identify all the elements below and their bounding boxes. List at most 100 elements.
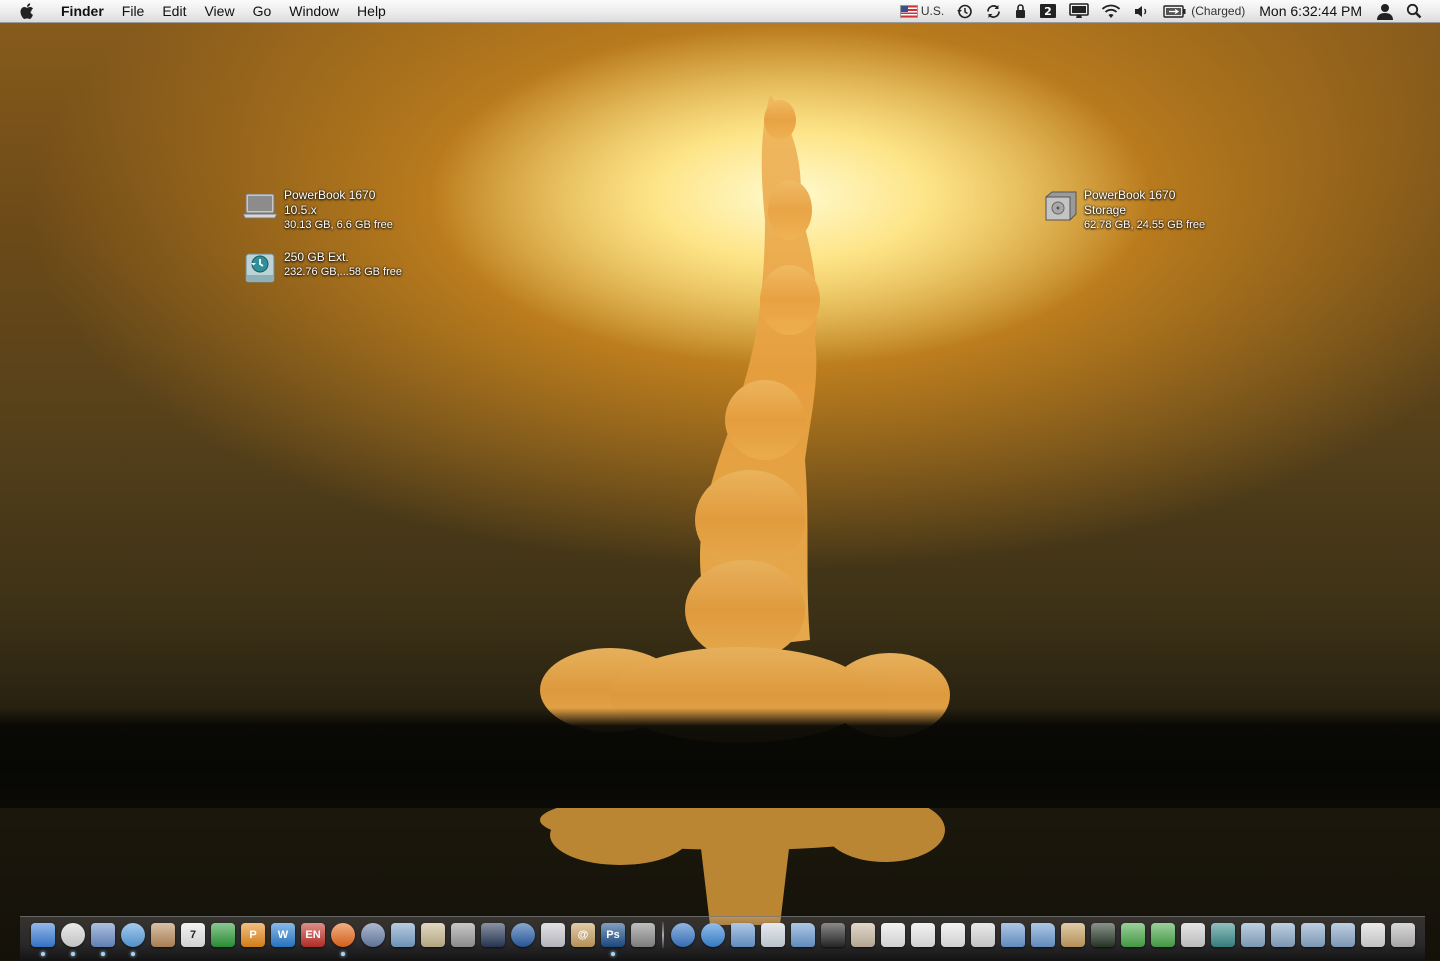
- volume-menu-icon[interactable]: [1127, 0, 1157, 22]
- dock-item-iphoto[interactable]: [388, 921, 418, 949]
- document-icon: [821, 923, 845, 947]
- dock-item-ical[interactable]: 7: [178, 921, 208, 949]
- spaces-menu-icon[interactable]: 2: [1033, 0, 1063, 22]
- menu-help[interactable]: Help: [348, 0, 395, 22]
- wifi-menu-icon[interactable]: [1095, 0, 1127, 22]
- download-icon: [1151, 923, 1175, 947]
- dock-item-document[interactable]: [938, 921, 968, 949]
- sync-menu-icon[interactable]: [979, 0, 1008, 22]
- dock-item-app-w[interactable]: W: [268, 921, 298, 949]
- dock-item-globe-app[interactable]: [358, 921, 388, 949]
- address-icon: @: [571, 923, 595, 947]
- dock-item-download[interactable]: [1118, 921, 1148, 949]
- dock-item-network-drive[interactable]: [1328, 921, 1358, 949]
- menu-window[interactable]: Window: [280, 0, 348, 22]
- dock-item-app-en[interactable]: EN: [298, 921, 328, 949]
- dock-item-folder[interactable]: [788, 921, 818, 949]
- dock-item-firefox[interactable]: [328, 921, 358, 956]
- dock-item-app-p[interactable]: P: [238, 921, 268, 949]
- desktop-icon-label: PowerBook 1670 Storage: [1084, 188, 1176, 217]
- running-indicator: [611, 952, 615, 956]
- dock-item-photoshop[interactable]: Ps: [598, 921, 628, 956]
- dock-item-address[interactable]: @: [568, 921, 598, 949]
- network-drive-icon: [1301, 923, 1325, 947]
- running-indicator: [131, 952, 135, 956]
- dock-item-document[interactable]: [1358, 921, 1388, 949]
- time-machine-menu-icon[interactable]: [950, 0, 979, 22]
- dock-item-disk-image[interactable]: [1178, 921, 1208, 949]
- network-drive-icon: [1271, 923, 1295, 947]
- network-drive-icon: [1331, 923, 1355, 947]
- dock-item-address-book[interactable]: [148, 921, 178, 949]
- desktop-icon-external-drive[interactable]: 250 GB Ext. 232.76 GB,...58 GB free: [242, 250, 402, 286]
- dock-item-utility[interactable]: [538, 921, 568, 949]
- document-icon: [941, 923, 965, 947]
- dock-item-finder[interactable]: [28, 921, 58, 956]
- trash-icon: [1391, 923, 1415, 947]
- dock-item-folder[interactable]: [1028, 921, 1058, 949]
- input-source-menu[interactable]: U.S.: [894, 0, 950, 22]
- download-icon: [1121, 923, 1145, 947]
- dock-item-network-globe[interactable]: [668, 921, 698, 949]
- input-source-label: U.S.: [920, 4, 945, 18]
- menu-edit[interactable]: Edit: [153, 0, 195, 22]
- time-machine-icon: [1211, 923, 1235, 947]
- dock-item-activity-monitor[interactable]: [478, 921, 508, 949]
- menu-clock[interactable]: Mon 6:32:44 PM: [1251, 0, 1370, 22]
- dock-item-preview[interactable]: [418, 921, 448, 949]
- dock-item-quicktime[interactable]: [508, 921, 538, 949]
- network-globe-icon: [701, 923, 725, 947]
- dock-item-terminal[interactable]: [1088, 921, 1118, 949]
- quicktime-icon: [511, 923, 535, 947]
- dock-item-network-drive[interactable]: [1268, 921, 1298, 949]
- dock-item-dashboard[interactable]: [58, 921, 88, 956]
- desktop-icon-powerbook[interactable]: PowerBook 1670 10.5.x 30.13 GB, 6.6 GB f…: [242, 188, 393, 233]
- dock-item-folder[interactable]: [998, 921, 1028, 949]
- lock-menu-icon[interactable]: [1008, 0, 1033, 22]
- dock-item-app-green[interactable]: [208, 921, 238, 949]
- time-machine-drive-icon: [242, 250, 278, 286]
- dock-item-time-machine[interactable]: [1208, 921, 1238, 949]
- wallpaper-smoke-plume: [540, 95, 950, 925]
- display-menu-icon[interactable]: [1063, 0, 1095, 22]
- dock-item-trash[interactable]: [1388, 921, 1418, 949]
- running-indicator: [41, 952, 45, 956]
- desktop-icon-label: 250 GB Ext.: [284, 250, 349, 264]
- spotlight-icon[interactable]: [1400, 0, 1440, 22]
- network-globe-icon: [671, 923, 695, 947]
- folder-icon: [1001, 923, 1025, 947]
- dock-item-printer[interactable]: [448, 921, 478, 949]
- safari-icon: [121, 923, 145, 947]
- dock-item-monitor[interactable]: [758, 921, 788, 949]
- menu-extras: U.S. 2 (Charged) Mon 6:32:44 PM: [894, 0, 1440, 22]
- dock-item-folder[interactable]: [728, 921, 758, 949]
- desktop-icon-storage[interactable]: PowerBook 1670 Storage 62.78 GB, 24.55 G…: [1042, 188, 1205, 233]
- menu-view[interactable]: View: [195, 0, 243, 22]
- dock-item-stop-sign[interactable]: [968, 921, 998, 949]
- menu-app-name[interactable]: Finder: [52, 0, 113, 22]
- battery-menu[interactable]: (Charged): [1157, 0, 1251, 22]
- folder-icon: [1031, 923, 1055, 947]
- network-drive-icon: [1241, 923, 1265, 947]
- firefox-icon: [331, 923, 355, 947]
- dock-item-mail[interactable]: [88, 921, 118, 956]
- dock-item-network-drive[interactable]: [1298, 921, 1328, 949]
- dock-item-address[interactable]: [1058, 921, 1088, 949]
- activity-monitor-icon: [481, 923, 505, 947]
- menu-file[interactable]: File: [113, 0, 154, 22]
- dock-item-network-drive[interactable]: [1238, 921, 1268, 949]
- dock-item-network-globe[interactable]: [698, 921, 728, 949]
- address-book-icon: [151, 923, 175, 947]
- apple-menu-icon[interactable]: [18, 2, 38, 20]
- user-menu-icon[interactable]: [1370, 0, 1400, 22]
- menu-go[interactable]: Go: [244, 0, 281, 22]
- app-green-icon: [211, 923, 235, 947]
- dock-item-document[interactable]: [878, 921, 908, 949]
- document-icon: [881, 923, 905, 947]
- dock-item-safari[interactable]: [118, 921, 148, 956]
- dock-item-document[interactable]: [908, 921, 938, 949]
- dock-item-download[interactable]: [1148, 921, 1178, 949]
- dock-item-home[interactable]: [848, 921, 878, 949]
- dock-item-document[interactable]: [818, 921, 848, 949]
- dock-item-system-preferences[interactable]: [628, 921, 658, 949]
